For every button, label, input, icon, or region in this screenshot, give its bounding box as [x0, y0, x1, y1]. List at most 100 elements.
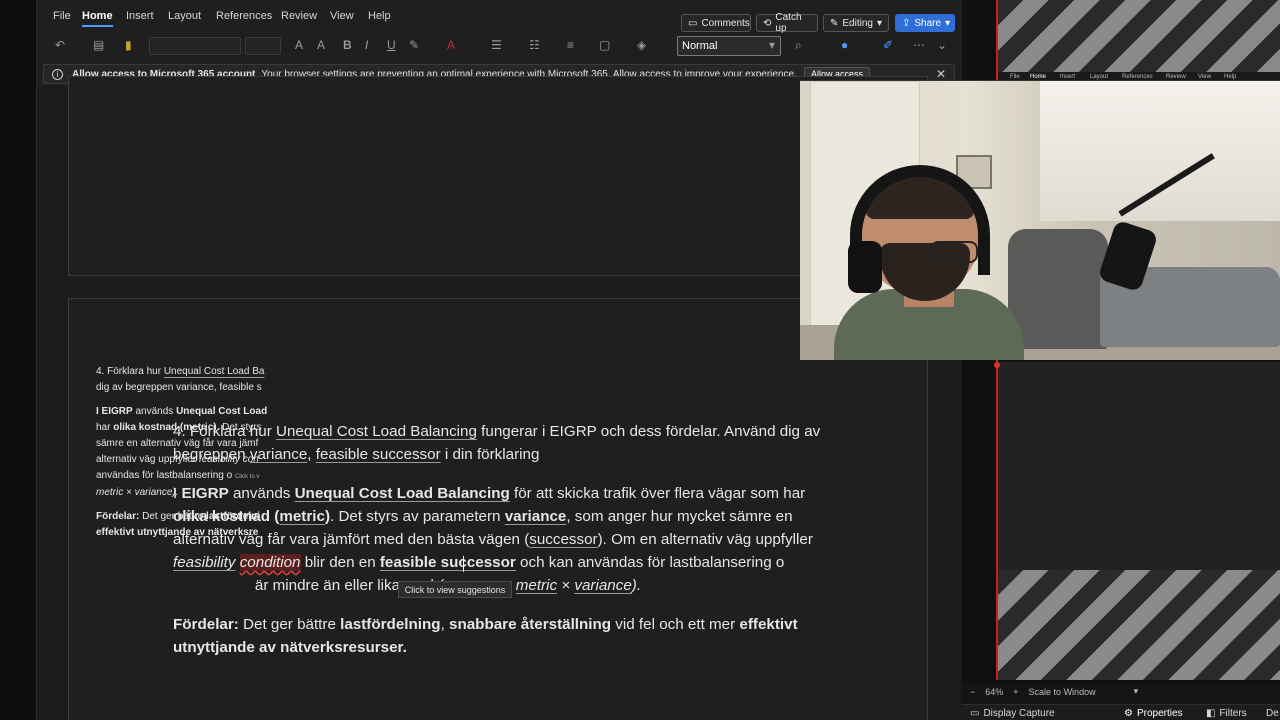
properties-label: Properties	[1136, 708, 1183, 719]
italic-icon[interactable]: I	[365, 38, 368, 52]
filters-label: Filters	[1219, 708, 1247, 719]
menu-help[interactable]: Help	[368, 10, 391, 22]
chevron-down-icon: ▾	[876, 17, 882, 29]
undo-icon[interactable]: ↶	[55, 38, 65, 52]
share-icon: ⇪	[902, 17, 911, 29]
scale-to-window[interactable]: Scale to Window	[1029, 687, 1096, 697]
format-painter-icon[interactable]: ▮	[125, 38, 132, 52]
menu-view[interactable]: View	[330, 10, 354, 22]
mini-line: feasibility con	[198, 454, 259, 465]
advantages-bold: snabbare återställning	[449, 616, 612, 633]
chevron-down-icon[interactable]: ▾	[769, 38, 775, 52]
catchup-icon: ⟲	[763, 17, 772, 29]
mini-line: metric × variance).	[96, 487, 179, 498]
dictate-icon[interactable]: ●	[841, 38, 848, 52]
shrink-font-icon[interactable]: A	[317, 38, 325, 52]
source-tab-row: ▭ Display Capture ⚙ Properties ◧ Filters De	[962, 704, 1280, 720]
cam-window	[1040, 81, 1280, 221]
cam-armchair	[1008, 229, 1108, 349]
grow-font-icon[interactable]: A	[295, 38, 303, 52]
numbering-icon[interactable]: ☷	[529, 38, 540, 52]
answer-text: ). Om en alternativ väg uppfyller	[597, 531, 813, 548]
font-color-icon[interactable]: A	[447, 38, 455, 52]
comment-icon: ▭	[688, 17, 698, 29]
question-text: i din förklaring	[440, 446, 540, 463]
advantages-text: .	[402, 639, 407, 656]
align-icon[interactable]: ≡	[567, 38, 574, 52]
chevron-down-icon[interactable]: ▾	[1134, 686, 1139, 697]
shading-icon[interactable]: ◈	[637, 38, 646, 52]
zoom-plus-icon[interactable]: +	[1013, 687, 1018, 697]
menu-layout[interactable]: Layout	[168, 10, 201, 22]
monitor-icon: ▭	[970, 708, 980, 719]
font-size-box[interactable]	[245, 37, 281, 55]
display-capture-source[interactable]: ▭ Display Capture	[970, 708, 1055, 719]
style-select[interactable]: Normal	[677, 36, 781, 56]
mini-line: olika kostnad (metric)	[113, 422, 217, 433]
webcam-overlay[interactable]	[800, 80, 1280, 360]
mini-line: Det ger bättre	[139, 511, 207, 522]
info-icon: i	[52, 68, 63, 80]
advantages-text: vid fel och ett mer	[611, 616, 740, 633]
mini-line: alternativ väg uppfyller	[96, 454, 199, 465]
advantages-text: ,	[440, 616, 450, 633]
bold-icon[interactable]: B	[343, 38, 352, 52]
zoom-level: 64%	[985, 686, 1004, 697]
mini-line: användas för lastbalansering o	[96, 470, 233, 481]
comments-button[interactable]: ▭ Comments	[681, 14, 751, 32]
menu-home[interactable]: Home	[82, 10, 113, 27]
spelling-flagged-word[interactable]: condition	[239, 554, 301, 571]
spelling-tooltip[interactable]: Click to view suggestions	[398, 581, 512, 598]
editor-icon[interactable]: ✐	[883, 38, 893, 52]
menu-review[interactable]: Review	[281, 10, 317, 22]
page-previous	[68, 76, 928, 276]
style-value: Normal	[682, 40, 718, 52]
share-button[interactable]: ⇪ Share ▾	[895, 14, 955, 32]
properties-button[interactable]: ⚙ Properties	[1124, 708, 1183, 719]
ribbon-toolbar: ↶ ▤ ▮ A A B I U ✎ A ☰ ☷ ≡ ▢ ◈ Normal ▾ ⌕…	[37, 32, 963, 60]
mini-line: effektivt utnyttjande av nätverksre	[96, 527, 259, 538]
search-icon[interactable]: ⌕	[795, 38, 802, 53]
menu-references[interactable]: References	[216, 10, 272, 22]
answer-italic: feasibility	[173, 554, 236, 571]
comments-label: Comments	[701, 17, 750, 29]
zoom-minus-icon[interactable]: −	[970, 687, 975, 697]
borders-icon[interactable]: ▢	[599, 38, 610, 52]
question-term: feasible successor	[315, 446, 441, 463]
catchup-label: Catch up	[775, 12, 802, 34]
mini-line: Fördelar:	[96, 511, 140, 522]
font-name-box[interactable]	[149, 37, 241, 55]
mini-line: Unequal Cost Load	[176, 406, 268, 417]
mini-line: . Det styrs	[216, 422, 262, 433]
close-icon[interactable]: ✕	[936, 67, 946, 81]
filter-icon: ◧	[1206, 708, 1216, 719]
filters-button[interactable]: ◧ Filters	[1206, 708, 1247, 719]
highlight-icon[interactable]: ✎	[409, 38, 419, 52]
answer-bold: variance	[504, 508, 567, 525]
more-options-icon[interactable]: ⋯	[913, 38, 925, 52]
zoom-row: − 64% + Scale to Window ▾	[970, 686, 1138, 697]
menu-insert[interactable]: Insert	[126, 10, 154, 22]
mini-line: Unequal Cost Load Ba	[163, 366, 265, 377]
answer-italic: ×	[557, 577, 575, 594]
answer-italic: variance	[574, 577, 632, 594]
selection-handle[interactable]	[994, 362, 1000, 368]
display-capture-label: Display Capture	[983, 708, 1055, 719]
chevron-down-icon[interactable]: ⌄	[937, 38, 947, 52]
share-label: Share	[914, 17, 942, 29]
question-term: Unequal Cost Load Balancing	[275, 423, 477, 440]
advantages-bold: lastfördelning	[340, 616, 441, 633]
underline-icon[interactable]: U	[387, 38, 396, 52]
editing-mode-button[interactable]: ✎ Editing ▾	[823, 14, 889, 32]
bullets-icon[interactable]: ☰	[491, 38, 502, 52]
catchup-button[interactable]: ⟲ Catch up	[756, 12, 818, 34]
menu-file[interactable]: File	[53, 10, 71, 22]
mini-document	[998, 362, 1280, 570]
more-tab[interactable]: De	[1266, 708, 1279, 719]
paste-icon[interactable]: ▤	[93, 38, 104, 52]
menu-bar: File Home Insert Layout References Revie…	[37, 6, 963, 34]
screen: File Home Insert Layout References Revie…	[0, 0, 1280, 720]
mini-line: har	[96, 422, 114, 433]
answer-bold: feasible successor	[379, 554, 516, 571]
mini-line: lastfördelni	[206, 511, 260, 522]
